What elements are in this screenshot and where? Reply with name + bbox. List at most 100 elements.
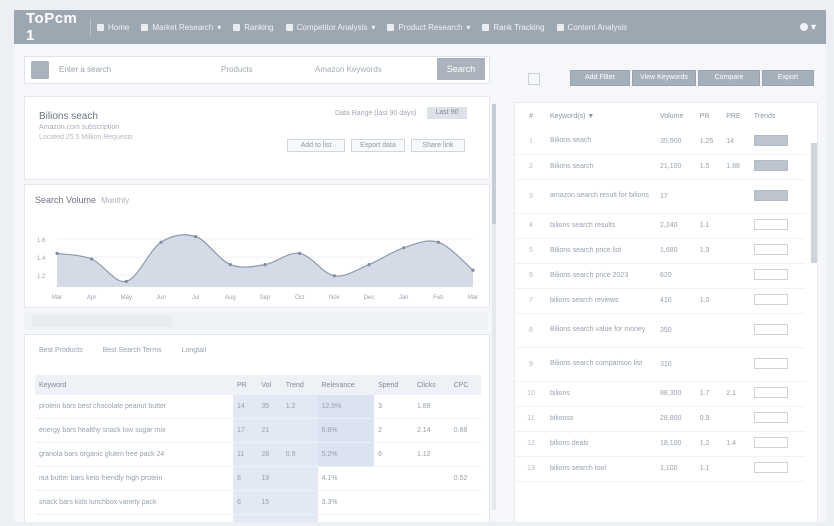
keyword-cell[interactable]: Bilions search comparison list bbox=[547, 347, 657, 382]
trend-toggle[interactable] bbox=[753, 134, 788, 146]
user-menu-button[interactable]: ▾ bbox=[799, 22, 816, 33]
trend-toggle[interactable] bbox=[753, 462, 788, 473]
column-header[interactable]: PR bbox=[697, 103, 724, 129]
nav-competitor-analysis[interactable]: Competitor Analysis ▾ bbox=[280, 10, 382, 44]
result-row[interactable]: 3 amazon search result for bilions 17 bbox=[515, 179, 805, 214]
trend-toggle[interactable] bbox=[753, 160, 788, 171]
left-scrollbar[interactable] bbox=[492, 104, 496, 510]
trend-toggle[interactable] bbox=[753, 269, 788, 280]
add-filter-button[interactable]: Add Filter bbox=[570, 70, 630, 86]
keyword-cell[interactable]: bilions search results bbox=[547, 213, 657, 239]
nav-rank-tracking[interactable]: Rank Tracking bbox=[476, 10, 550, 44]
column-header[interactable]: Trend bbox=[281, 375, 318, 395]
export-button[interactable]: Export bbox=[762, 70, 814, 86]
keyword-cell[interactable]: bilions bbox=[547, 381, 657, 407]
result-row[interactable]: 10 bilions 88,300 1.7 2.1 bbox=[515, 381, 805, 407]
app-logo[interactable]: ToPcm 1 bbox=[26, 10, 90, 44]
add-to-list-button[interactable]: Add to list bbox=[287, 139, 345, 152]
keyword-cell[interactable]: Bilions search value for money bbox=[547, 313, 657, 348]
table-row[interactable]: nut butter bars keto friendly high prote… bbox=[35, 466, 481, 491]
result-row[interactable]: 9 Bilions search comparison list 310 bbox=[515, 347, 805, 382]
column-header[interactable]: CPC bbox=[449, 375, 481, 395]
search-input[interactable]: Enter a search bbox=[59, 65, 111, 74]
data-point[interactable] bbox=[159, 240, 163, 244]
data-point[interactable] bbox=[228, 263, 232, 267]
nav-ranking[interactable]: Ranking bbox=[227, 10, 279, 44]
keyword-cell[interactable]: Bilions search price 2023 bbox=[547, 263, 657, 289]
column-header[interactable]: Spend bbox=[374, 375, 413, 395]
keyword-cell[interactable]: bilions search tool bbox=[547, 456, 657, 482]
trend-toggle[interactable] bbox=[753, 412, 788, 423]
keyword-cell[interactable]: Bilions search price list bbox=[547, 238, 657, 264]
data-point[interactable] bbox=[298, 251, 302, 255]
column-header[interactable]: Trends bbox=[751, 103, 805, 129]
trend-toggle[interactable] bbox=[753, 323, 788, 335]
table-row[interactable]: energy bars healthy snack low sugar mix 1… bbox=[35, 418, 481, 443]
tab-best-search-terms[interactable]: Best Search Terms bbox=[103, 347, 162, 354]
date-range-button[interactable]: Last 90 bbox=[427, 107, 467, 119]
export-data-button[interactable]: Export data bbox=[351, 139, 405, 152]
result-row[interactable]: 12 bilions deals 18,100 1.2 1.4 bbox=[515, 431, 805, 457]
compare-button[interactable]: Compare bbox=[698, 70, 760, 86]
right-scrollbar[interactable] bbox=[811, 143, 817, 263]
nav-content-analysis[interactable]: Content Analysis bbox=[551, 10, 634, 44]
select-all-checkbox[interactable] bbox=[528, 73, 540, 85]
table-row[interactable]: breakfast bars oatmeal honey almond crun… bbox=[35, 514, 481, 522]
trend-toggle[interactable] bbox=[753, 357, 788, 369]
trend-toggle[interactable] bbox=[753, 294, 788, 305]
result-row[interactable]: 6 Bilions search price 2023 620 bbox=[515, 263, 805, 289]
data-point[interactable] bbox=[124, 279, 128, 283]
table-row[interactable]: granola bars organic gluten free pack 24… bbox=[35, 442, 481, 467]
tab-longtail[interactable]: Longtail bbox=[182, 347, 207, 354]
result-row[interactable]: 8 Bilions search value for money 350 bbox=[515, 313, 805, 348]
result-row[interactable]: 1 Bilions seach 35,900 1.25 14 bbox=[515, 129, 805, 155]
share-link-button[interactable]: Share link bbox=[411, 139, 465, 152]
data-point[interactable] bbox=[55, 251, 59, 255]
result-row[interactable]: 2 Bilions search 21,100 1.5 1.88 bbox=[515, 154, 805, 180]
trend-toggle[interactable] bbox=[753, 244, 788, 255]
column-header[interactable]: Volume bbox=[657, 103, 697, 129]
scrollbar-thumb[interactable] bbox=[492, 104, 496, 224]
column-header[interactable]: Relevance bbox=[317, 375, 375, 395]
data-point[interactable] bbox=[471, 268, 475, 272]
view-keywords-button[interactable]: View Keywords bbox=[632, 70, 696, 86]
column-header[interactable]: Keyword(s) ▼ bbox=[547, 103, 657, 129]
nav-market-research[interactable]: Market Research ▾ bbox=[135, 10, 227, 44]
trend-toggle[interactable] bbox=[753, 219, 788, 230]
result-row[interactable]: 7 bilions search reviews 410 1.0 bbox=[515, 288, 805, 314]
keyword-cell[interactable]: bilions search reviews bbox=[547, 288, 657, 314]
column-header[interactable]: PR bbox=[233, 375, 258, 395]
trend-toggle[interactable] bbox=[753, 437, 788, 448]
data-point[interactable] bbox=[367, 263, 371, 267]
category-select[interactable]: Products bbox=[221, 65, 253, 74]
tab-best-products[interactable]: Best Products bbox=[39, 347, 83, 354]
keyword-cell[interactable]: Bilions seach bbox=[547, 129, 657, 155]
column-header[interactable]: # bbox=[515, 103, 547, 129]
trend-toggle[interactable] bbox=[753, 189, 788, 201]
result-row[interactable]: 13 bilions search tool 1,100 1.1 bbox=[515, 456, 805, 482]
nav-product-research[interactable]: Product Research ▾ bbox=[381, 10, 476, 44]
menu-icon[interactable] bbox=[31, 61, 49, 79]
column-header[interactable]: PRE bbox=[723, 103, 751, 129]
source-select[interactable]: Amazon Keywords bbox=[315, 65, 382, 74]
keyword-cell[interactable]: Bilions search bbox=[547, 154, 657, 180]
nav-home[interactable]: Home bbox=[91, 10, 135, 44]
keyword-cell[interactable]: amazon search result for bilions bbox=[547, 179, 657, 214]
data-point[interactable] bbox=[194, 235, 198, 239]
table-row[interactable]: snack bars kids lunchbox variety pack 6 15… bbox=[35, 490, 481, 515]
column-header[interactable]: Vol bbox=[257, 375, 282, 395]
data-point[interactable] bbox=[90, 257, 94, 261]
column-header[interactable]: Clicks bbox=[412, 375, 450, 395]
table-row[interactable]: protein bars best chocolate peanut butte… bbox=[35, 395, 481, 419]
result-row[interactable]: 11 bilionss 28,800 0.9 bbox=[515, 406, 805, 432]
data-point[interactable] bbox=[263, 263, 267, 267]
search-button[interactable]: Search bbox=[437, 58, 485, 80]
data-point[interactable] bbox=[402, 246, 406, 250]
column-header[interactable]: Keyword bbox=[35, 375, 233, 395]
keyword-cell[interactable]: bilions deals bbox=[547, 431, 657, 457]
data-point[interactable] bbox=[332, 274, 336, 278]
result-row[interactable]: 5 Bilions search price list 1,680 1.3 bbox=[515, 238, 805, 264]
result-row[interactable]: 4 bilions search results 2,240 1.1 bbox=[515, 213, 805, 239]
trend-toggle[interactable] bbox=[753, 387, 788, 398]
keyword-cell[interactable]: bilionss bbox=[547, 406, 657, 432]
